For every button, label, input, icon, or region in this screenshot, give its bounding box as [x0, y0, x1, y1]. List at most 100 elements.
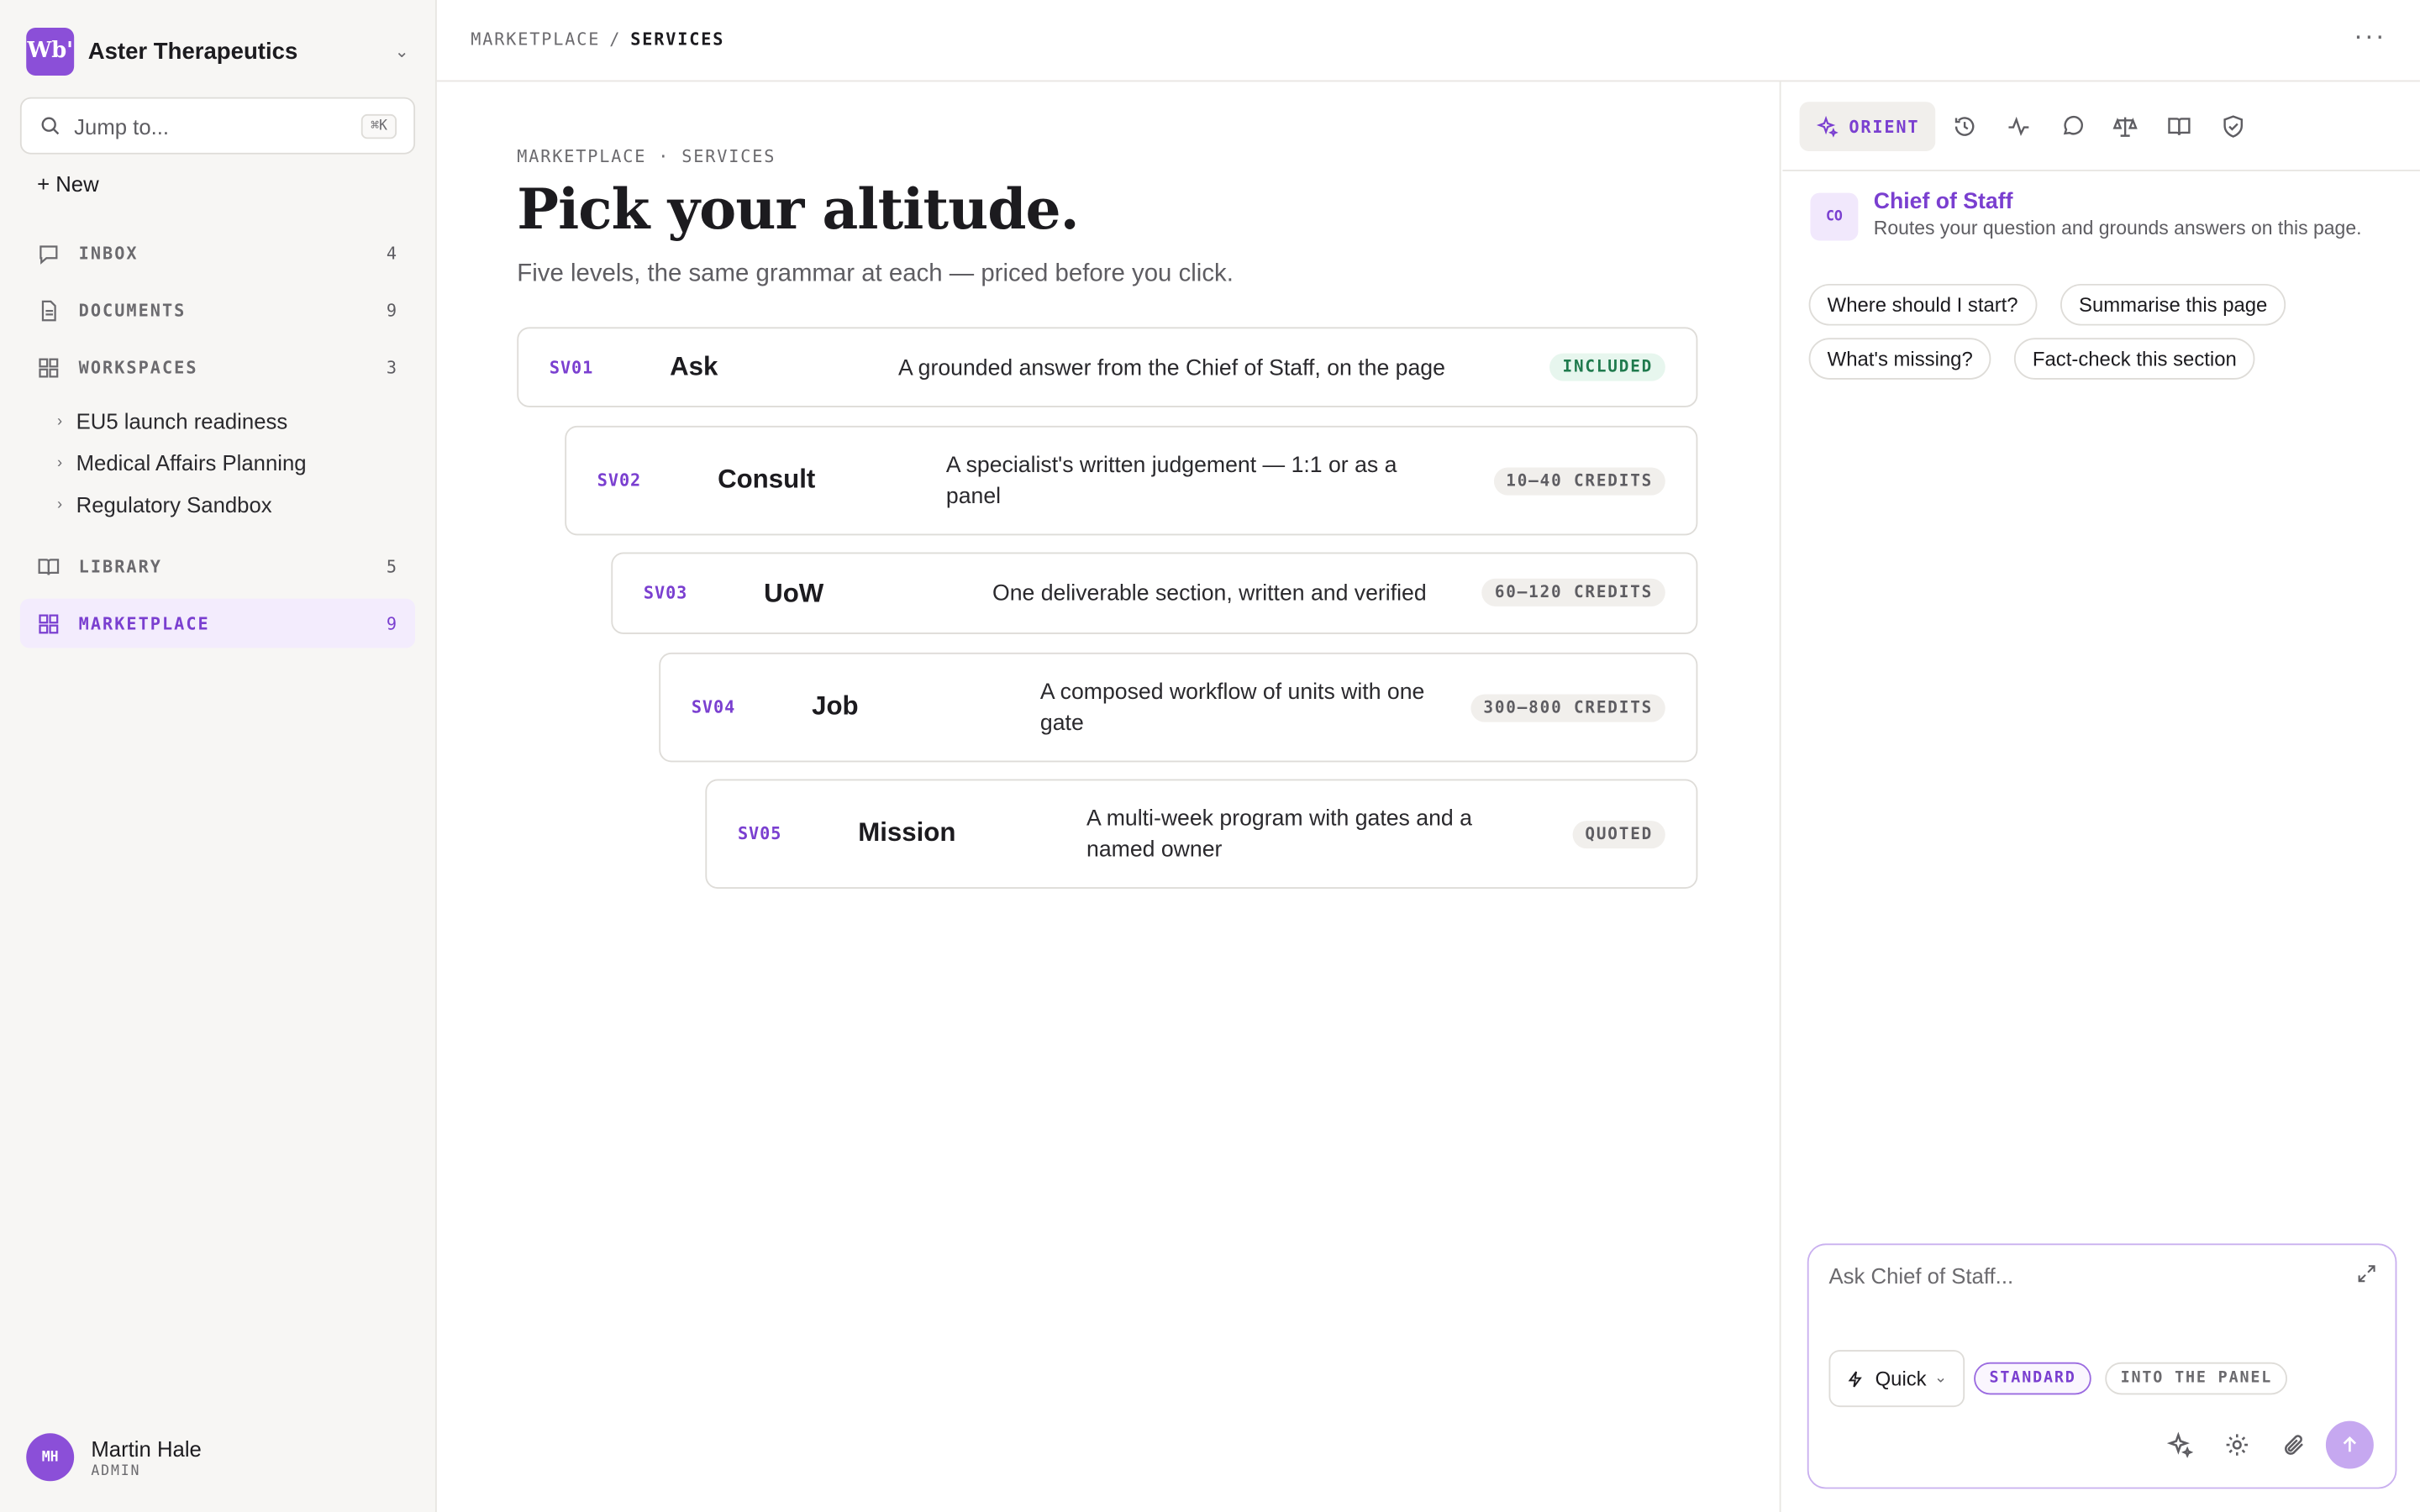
service-card-consult[interactable]: SV02 Consult A specialist's written judg… — [565, 425, 1698, 536]
agent-name[interactable]: Chief of Staff — [1874, 190, 2362, 214]
workspace-label: Medical Affairs Planning — [76, 450, 307, 475]
workspace-item[interactable]: › EU5 launch readiness — [57, 409, 287, 433]
service-name: Ask — [670, 351, 718, 381]
service-name: UoW — [764, 578, 824, 608]
service-description: A multi-week program with gates and a na… — [1086, 806, 1472, 863]
sparkle-icon — [1816, 115, 1839, 138]
workspace-label: EU5 launch readiness — [76, 408, 288, 434]
standard-pill[interactable]: STANDARD — [1974, 1362, 2092, 1395]
user-name: Martin Hale — [91, 1436, 202, 1461]
comment-icon[interactable] — [2060, 114, 2085, 139]
service-card-ask[interactable]: SV01 Ask A grounded answer from the Chie… — [517, 327, 1698, 407]
search-icon — [41, 117, 60, 135]
workspace-item[interactable]: › Medical Affairs Planning — [57, 450, 307, 475]
chevron-right-icon: › — [56, 496, 63, 513]
service-price-badge: 60–120 CREDITS — [1482, 578, 1665, 606]
document-icon — [41, 299, 56, 321]
service-price-badge: INCLUDED — [1549, 353, 1665, 381]
service-card-uow[interactable]: SV03 UoW One deliverable section, writte… — [611, 552, 1698, 634]
panel-tabs: ORIENT — [1782, 81, 2420, 171]
service-name: Job — [812, 690, 859, 721]
sidebar-item-workspaces[interactable]: WORKSPACES 3 — [20, 343, 415, 392]
composer-input[interactable]: Ask Chief of Staff... — [1828, 1263, 2013, 1288]
content-pane: MARKETPLACE · SERVICES Pick your altitud… — [437, 81, 1781, 1512]
sparkle-icon[interactable] — [2166, 1431, 2193, 1458]
sidebar-item-label: INBOX — [78, 243, 139, 264]
service-price-badge: 300–800 CREDITS — [1470, 694, 1665, 722]
page-subtitle: Five levels, the same grammar at each — … — [517, 260, 1234, 287]
assistant-panel: ORIENT CO Chief of Staff Routes your que… — [1782, 81, 2420, 1512]
breadcrumb-parent[interactable]: MARKETPLACE — [471, 29, 600, 50]
service-name: Mission — [858, 817, 956, 848]
sidebar-item-library[interactable]: LIBRARY 5 — [20, 542, 415, 591]
activity-icon[interactable] — [2007, 114, 2031, 139]
service-code: SV02 — [597, 470, 642, 491]
avatar: MH — [26, 1433, 75, 1482]
sidebar: Wb' Aster Therapeutics ⌄ Jump to... ⌘K +… — [0, 0, 437, 1512]
suggestion-chip[interactable]: What's missing? — [1808, 338, 1991, 380]
sidebar-item-count: 3 — [386, 357, 397, 378]
sidebar-item-count: 9 — [386, 300, 397, 321]
tab-orient-label: ORIENT — [1849, 116, 1920, 137]
breadcrumb: MARKETPLACE / SERVICES — [471, 29, 724, 50]
expand-icon[interactable] — [2357, 1263, 2377, 1284]
service-description: A grounded answer from the Chief of Staf… — [897, 356, 1445, 381]
mode-selector[interactable]: Quick ⌄ — [1828, 1350, 1965, 1408]
agent-description: Routes your question and grounds answers… — [1873, 217, 2362, 239]
org-name: Aster Therapeutics — [87, 37, 298, 65]
paperclip-icon[interactable] — [2281, 1431, 2307, 1457]
suggestion-chip[interactable]: Summarise this page — [2060, 283, 2286, 326]
gear-icon[interactable] — [2224, 1431, 2250, 1457]
sidebar-item-label: LIBRARY — [78, 556, 162, 577]
chevron-down-icon: ⌄ — [1933, 1369, 1948, 1388]
page-eyebrow: MARKETPLACE · SERVICES — [517, 146, 776, 167]
suggestion-chip[interactable]: Where should I start? — [1808, 283, 2037, 326]
sidebar-item-marketplace[interactable]: MARKETPLACE 9 — [19, 598, 416, 648]
shortcut-badge: ⌘K — [361, 113, 397, 139]
into-the-panel-pill[interactable]: INTO THE PANEL — [2105, 1362, 2288, 1395]
top-bar: MARKETPLACE / SERVICES ··· — [436, 0, 2420, 82]
service-code: SV04 — [691, 697, 736, 718]
agent-header: CO Chief of Staff Routes your question a… — [1810, 190, 2361, 241]
scale-icon[interactable] — [2112, 114, 2138, 139]
service-code: SV05 — [737, 823, 782, 844]
workspace-item[interactable]: › Regulatory Sandbox — [57, 492, 272, 517]
sidebar-item-documents[interactable]: DOCUMENTS 9 — [20, 286, 415, 335]
org-switcher[interactable]: Wb' Aster Therapeutics ⌄ — [26, 26, 415, 76]
sidebar-item-count: 5 — [386, 556, 397, 577]
service-card-job[interactable]: SV04 Job A composed workflow of units wi… — [659, 652, 1698, 763]
sidebar-item-inbox[interactable]: INBOX 4 — [20, 228, 415, 278]
service-card-mission[interactable]: SV05 Mission A multi-week program with g… — [705, 779, 1698, 889]
service-description: A specialist's written judgement — 1:1 o… — [945, 453, 1397, 510]
workspace-label: Regulatory Sandbox — [76, 491, 272, 517]
chevron-down-icon: ⌄ — [394, 43, 409, 62]
history-icon[interactable] — [1952, 114, 1976, 139]
chevron-right-icon: › — [56, 454, 63, 472]
new-button[interactable]: + New — [37, 171, 99, 196]
org-logo: Wb' — [26, 27, 75, 76]
sidebar-item-label: DOCUMENTS — [78, 300, 187, 321]
service-code: SV01 — [549, 358, 594, 378]
user-profile[interactable]: MH Martin Hale ADMIN — [26, 1433, 202, 1482]
user-role: ADMIN — [91, 1463, 141, 1479]
grid-icon — [39, 357, 59, 377]
book-icon — [38, 558, 60, 575]
sidebar-item-count: 4 — [386, 243, 397, 264]
service-name: Consult — [718, 464, 816, 494]
suggestion-chip[interactable]: Fact-check this section — [2013, 338, 2255, 380]
arrow-up-icon — [2343, 1436, 2357, 1452]
jump-to-search[interactable]: Jump to... ⌘K — [19, 97, 416, 155]
main-area: MARKETPLACE / SERVICES ··· MARKETPLACE · S… — [436, 0, 2420, 1512]
mode-label: Quick — [1875, 1367, 1927, 1390]
service-description: One deliverable section, written and ver… — [992, 581, 1427, 606]
send-button[interactable] — [2325, 1420, 2374, 1469]
tab-orient[interactable]: ORIENT — [1799, 102, 1936, 151]
book-icon[interactable] — [2167, 114, 2191, 139]
chevron-right-icon: › — [56, 412, 63, 430]
search-placeholder: Jump to... — [74, 113, 170, 139]
more-options-icon[interactable]: ··· — [2354, 20, 2386, 53]
sidebar-item-count: 9 — [386, 613, 397, 633]
shield-check-icon[interactable] — [2221, 114, 2245, 139]
sidebar-item-label: MARKETPLACE — [78, 613, 210, 633]
service-description: A composed workflow of units with one ga… — [1039, 680, 1425, 737]
